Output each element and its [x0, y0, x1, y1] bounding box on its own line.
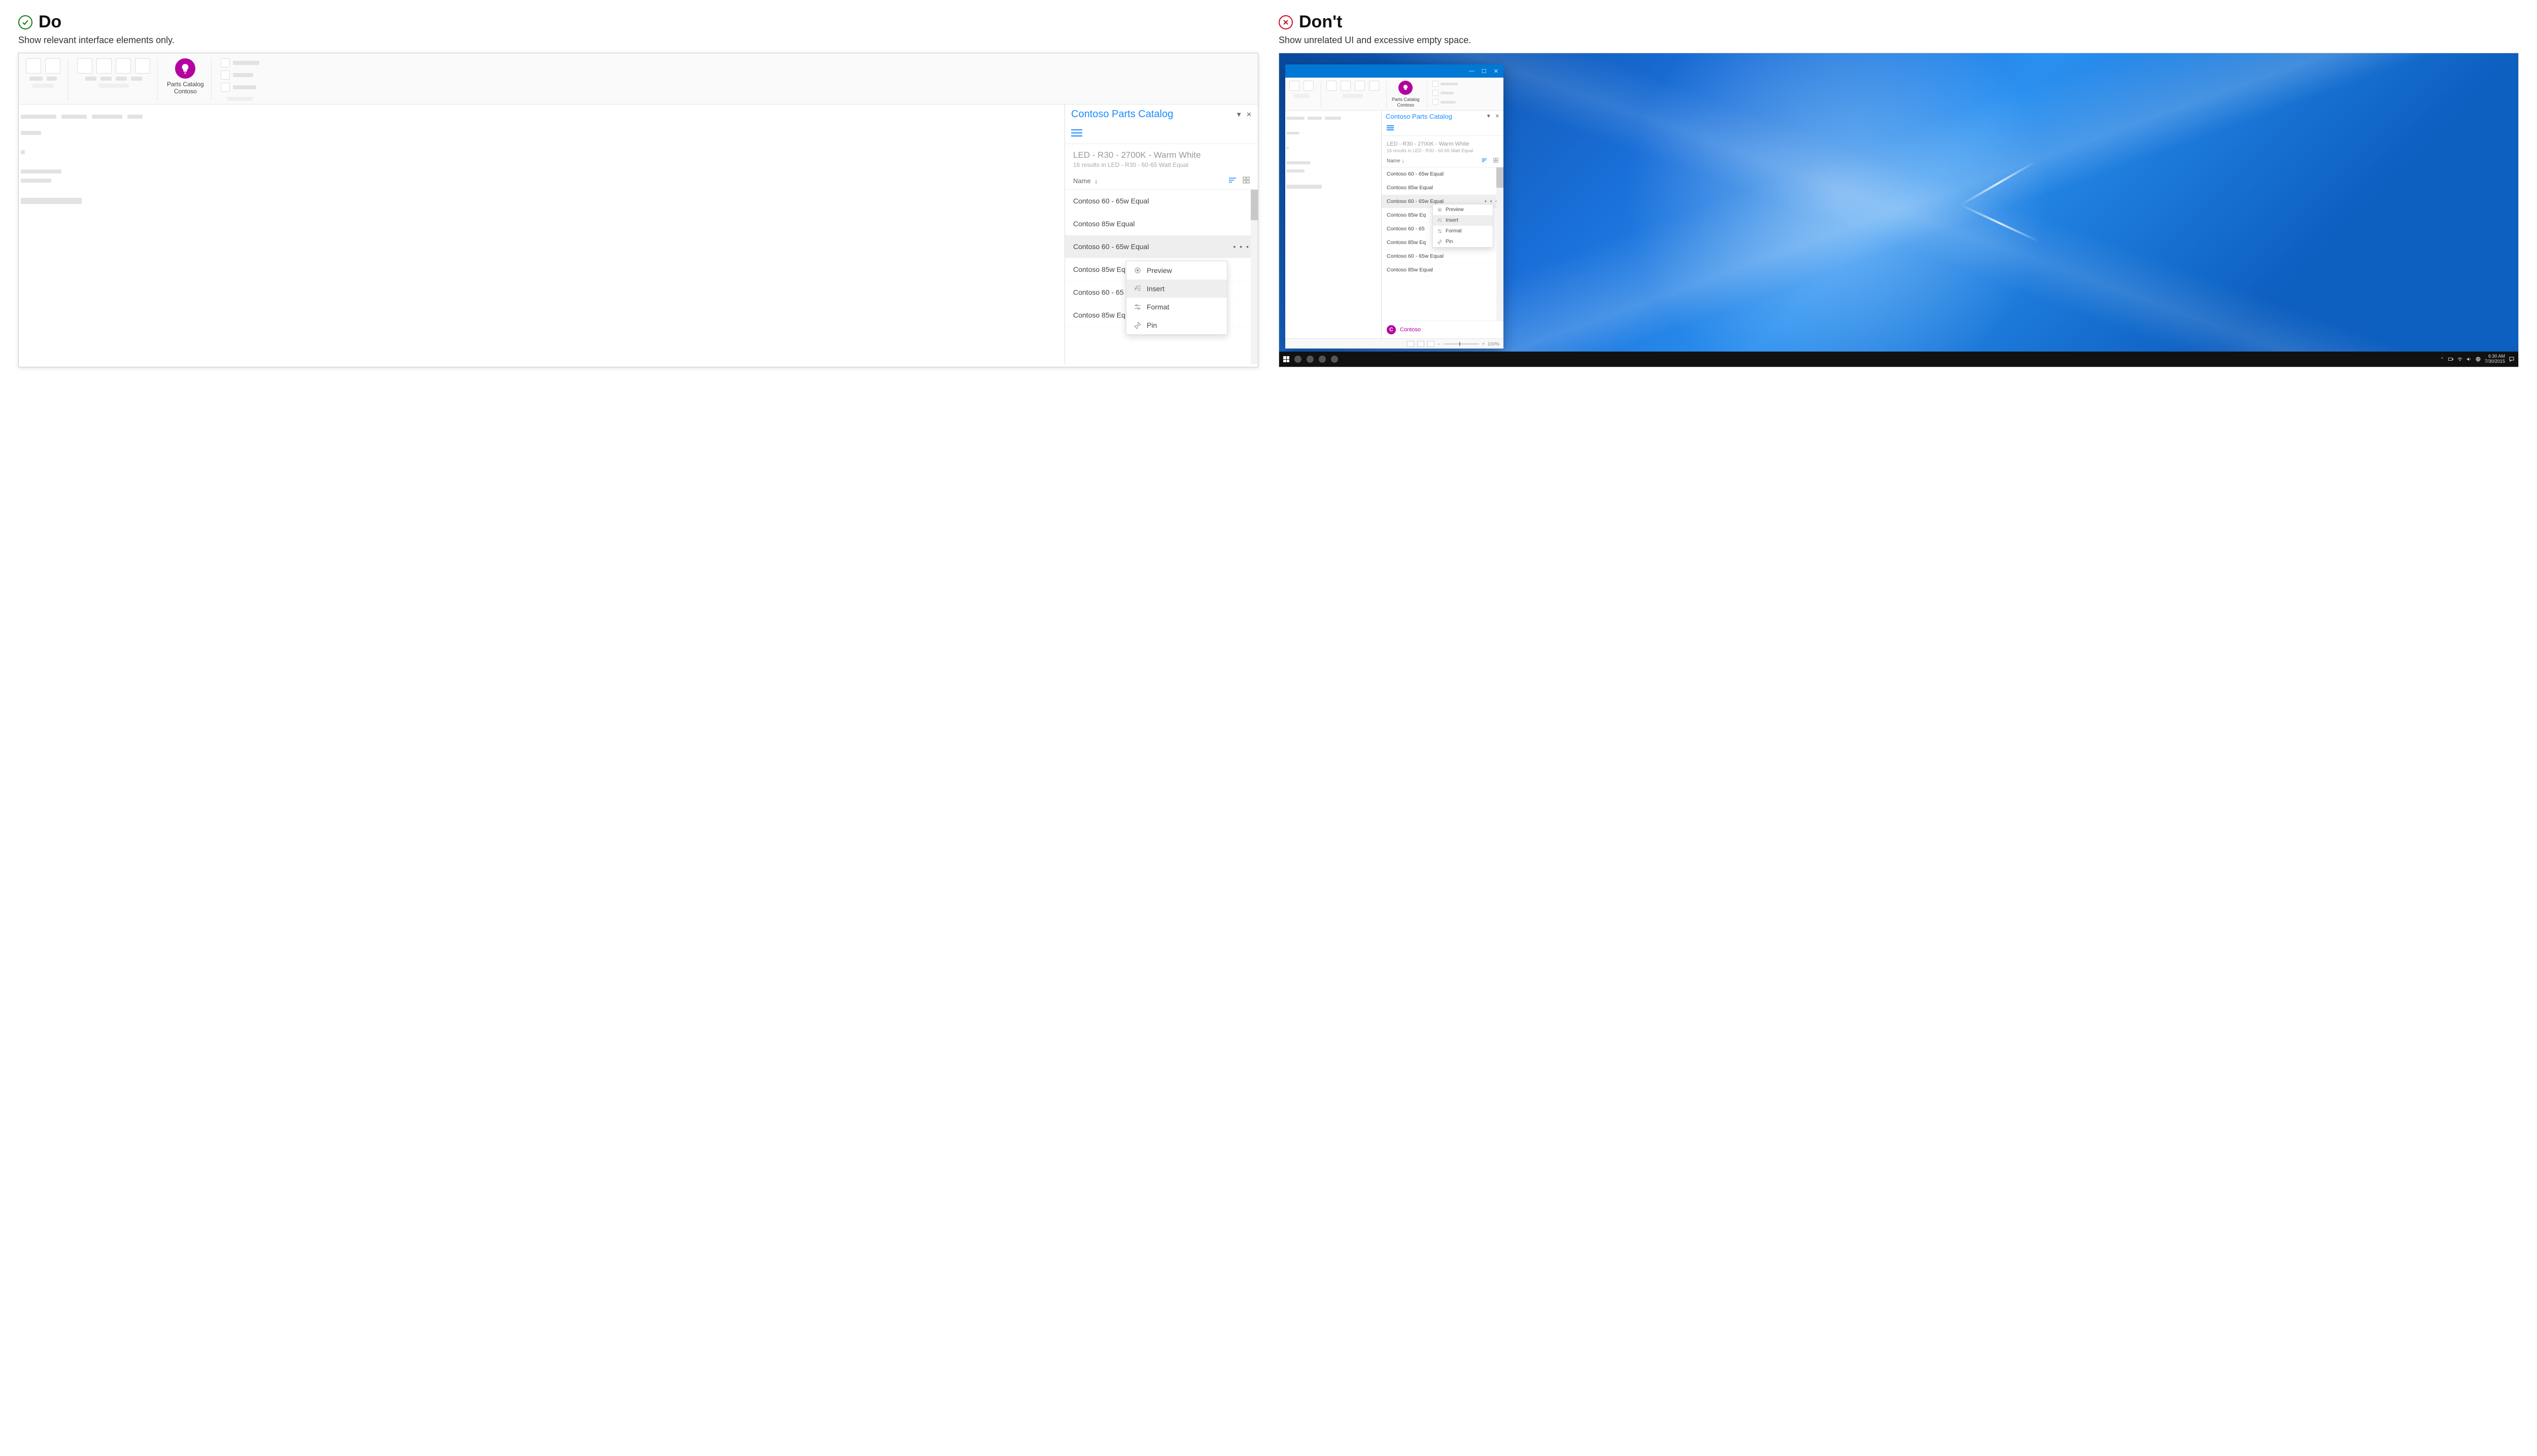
- window-minimize-icon[interactable]: —: [1469, 68, 1475, 74]
- sort-arrow-icon: ↓: [1401, 158, 1404, 164]
- zoom-slider[interactable]: [1444, 343, 1479, 344]
- volume-icon[interactable]: [2466, 357, 2472, 362]
- zoom-in-button[interactable]: +: [1482, 341, 1485, 346]
- sort-arrow-icon: ↓: [1094, 177, 1098, 185]
- dont-screenshot: — ☐ ✕: [1279, 53, 2519, 367]
- brand-name: Contoso: [1400, 327, 1421, 333]
- taskbar-app-icon[interactable]: [1319, 356, 1326, 363]
- brand-footer: C Contoso: [1382, 321, 1503, 338]
- sort-icon[interactable]: [1228, 177, 1237, 185]
- menu-item-preview[interactable]: Preview: [1126, 261, 1227, 280]
- window-titlebar: — ☐ ✕: [1285, 64, 1503, 78]
- taskbar-app-icon[interactable]: [1331, 356, 1338, 363]
- status-bar: − + 100%: [1285, 338, 1503, 349]
- lightbulb-icon: [175, 58, 195, 79]
- parts-catalog-ribbon-button[interactable]: Parts Catalog Contoso: [167, 58, 204, 95]
- grid-view-icon[interactable]: [1243, 177, 1250, 185]
- dont-subtitle: Show unrelated UI and excessive empty sp…: [1279, 35, 2519, 46]
- action-center-icon[interactable]: [2509, 357, 2514, 362]
- context-menu: Preview Insert Format Pin: [1432, 204, 1493, 248]
- view-mode-button[interactable]: [1417, 341, 1424, 347]
- battery-icon[interactable]: [2448, 357, 2453, 362]
- grid-view-icon[interactable]: [1493, 158, 1498, 164]
- window-maximize-icon[interactable]: ☐: [1482, 68, 1487, 75]
- list-item[interactable]: Contoso 60 - 65w Equal: [1382, 167, 1503, 181]
- view-mode-button[interactable]: [1427, 341, 1434, 347]
- taskpane-close-icon[interactable]: ✕: [1246, 111, 1252, 119]
- dont-title: Don't: [1299, 12, 1343, 32]
- menu-item-insert[interactable]: Insert: [1126, 280, 1227, 298]
- cross-icon: [1279, 15, 1293, 29]
- zoom-value: 100%: [1488, 341, 1499, 346]
- zoom-out-button[interactable]: −: [1437, 341, 1440, 346]
- view-mode-button[interactable]: [1407, 341, 1414, 347]
- list-item[interactable]: Contoso 85w Equal: [1382, 263, 1503, 277]
- menu-item-format[interactable]: Format: [1126, 298, 1227, 316]
- taskpane-close-icon[interactable]: ✕: [1495, 114, 1499, 119]
- more-icon[interactable]: • • •: [1233, 242, 1250, 251]
- menu-item-pin[interactable]: Pin: [1433, 236, 1493, 247]
- taskbar-app-icon[interactable]: [1307, 356, 1314, 363]
- window-close-icon[interactable]: ✕: [1494, 68, 1498, 75]
- app-window: — ☐ ✕: [1285, 64, 1503, 349]
- list-item[interactable]: Contoso 85w Equal: [1382, 181, 1503, 195]
- language-icon[interactable]: [2476, 357, 2481, 362]
- taskpane-title: Contoso Parts Catalog: [1386, 113, 1452, 120]
- desktop-background: — ☐ ✕: [1279, 53, 2518, 367]
- hamburger-menu-button[interactable]: [1382, 122, 1503, 133]
- column-header-name[interactable]: Name: [1073, 177, 1091, 185]
- scrollbar[interactable]: [1251, 190, 1258, 364]
- results-list: Contoso 60 - 65w Equal Contoso 85w Equal…: [1065, 190, 1258, 364]
- menu-item-format[interactable]: Format: [1433, 226, 1493, 236]
- do-subtitle: Show relevant interface elements only.: [18, 35, 1258, 46]
- taskpane-dropdown-icon[interactable]: ▼: [1236, 111, 1242, 119]
- taskbar-clock[interactable]: 6:30 AM 7/30/2015: [2485, 354, 2505, 364]
- parts-catalog-ribbon-button[interactable]: Parts Catalog Contoso: [1392, 81, 1420, 108]
- dont-column: Don't Show unrelated UI and excessive em…: [1279, 12, 2519, 367]
- results-heading: LED - R30 - 2700K - Warm White: [1073, 150, 1250, 160]
- ribbon-button-label2: Contoso: [167, 88, 204, 95]
- hamburger-menu-button[interactable]: [1065, 124, 1258, 142]
- taskpane-title: Contoso Parts Catalog: [1071, 109, 1173, 120]
- do-title: Do: [39, 12, 61, 32]
- wifi-icon[interactable]: [2457, 357, 2462, 362]
- sort-icon[interactable]: [1482, 158, 1487, 164]
- scrollbar[interactable]: [1496, 167, 1503, 321]
- do-screenshot: Parts Catalog Contoso: [18, 53, 1258, 367]
- list-item[interactable]: Contoso 85w Equal: [1065, 213, 1258, 235]
- results-subheading: 16 results in LED - R30 - 60-65 Watt Equ…: [1073, 161, 1250, 168]
- lightbulb-icon: [1398, 81, 1413, 95]
- check-icon: [18, 15, 32, 29]
- do-column: Do Show relevant interface elements only…: [18, 12, 1258, 367]
- context-menu: Preview Insert Format: [1126, 261, 1227, 335]
- document-area: [19, 105, 1065, 364]
- list-item[interactable]: Contoso 60 - 65w Equal: [1065, 190, 1258, 213]
- list-item[interactable]: Contoso 60 - 65w Equal: [1382, 250, 1503, 263]
- taskpane-dropdown-icon[interactable]: ▼: [1486, 114, 1491, 119]
- menu-item-insert[interactable]: Insert: [1433, 215, 1493, 226]
- menu-item-pin[interactable]: Pin: [1126, 316, 1227, 334]
- list-item-selected[interactable]: Contoso 60 - 65w Equal • • •: [1065, 235, 1258, 258]
- windows-taskbar: ⌃ 6:30 AM 7/30/2015: [1279, 352, 2518, 367]
- tray-chevron-icon[interactable]: ⌃: [2440, 357, 2444, 362]
- taskbar-app-icon[interactable]: [1294, 356, 1301, 363]
- task-pane: Contoso Parts Catalog ▼ ✕ LED - R30 - 27…: [1065, 105, 1258, 364]
- brand-avatar: C: [1387, 325, 1396, 334]
- ribbon: Parts Catalog Contoso: [19, 53, 1258, 105]
- start-button-icon[interactable]: [1283, 356, 1289, 362]
- ribbon-button-label1: Parts Catalog: [167, 81, 204, 88]
- menu-item-preview[interactable]: Preview: [1433, 204, 1493, 215]
